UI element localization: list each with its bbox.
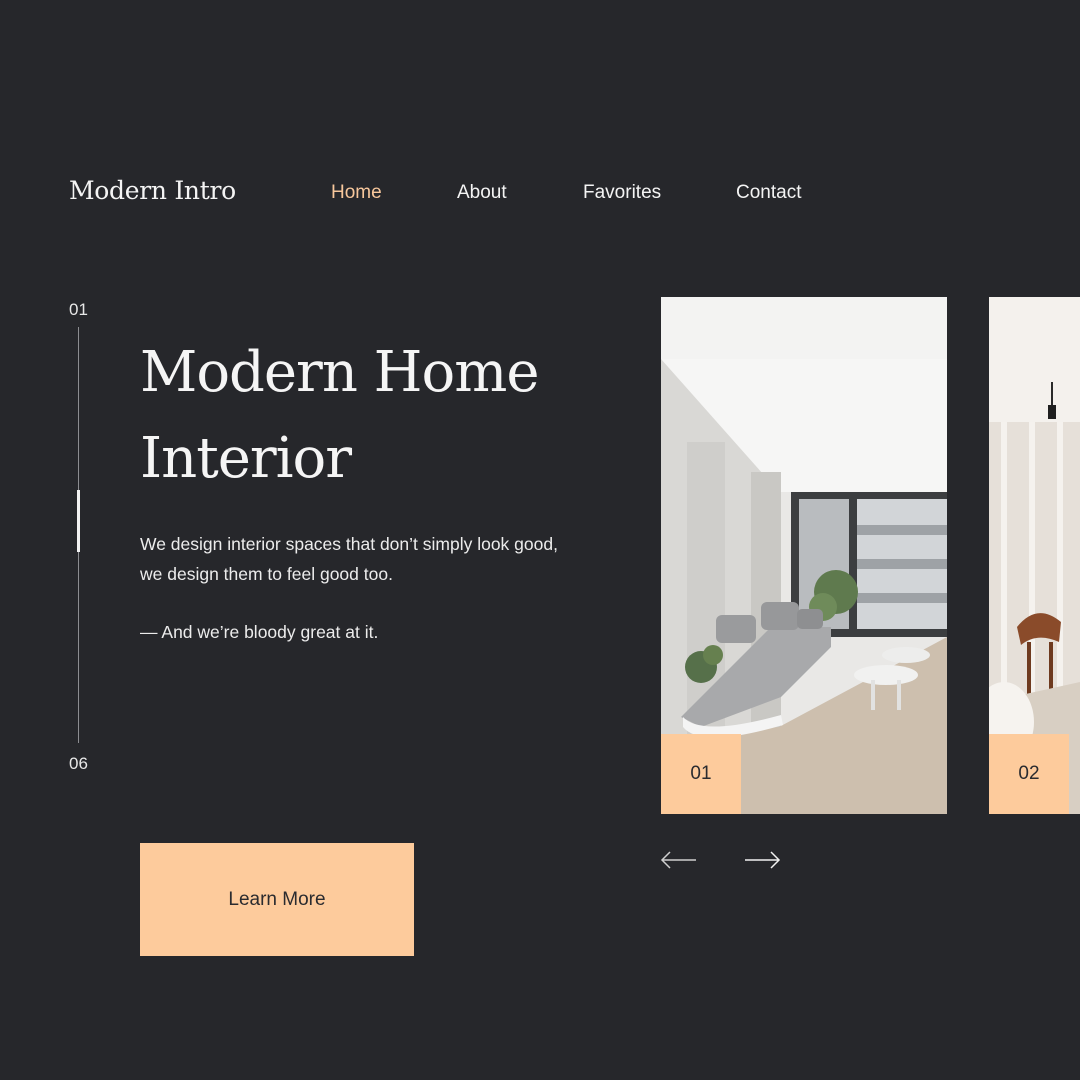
gallery-card-2-number: 02 <box>989 734 1069 814</box>
gallery-card-2[interactable]: 02 <box>989 297 1080 814</box>
nav-home[interactable]: Home <box>331 182 382 204</box>
slide-counter-total: 06 <box>69 754 88 773</box>
nav-favorites[interactable]: Favorites <box>583 182 661 204</box>
slide-counter-current: 01 <box>69 300 88 319</box>
arrow-left-icon[interactable] <box>660 848 698 872</box>
gallery-card-1[interactable]: 01 <box>661 297 947 814</box>
hero-title: Modern Home Interior <box>140 330 610 502</box>
arrow-right-icon[interactable] <box>743 848 781 872</box>
gallery-card-1-number: 01 <box>661 734 741 814</box>
learn-more-button[interactable]: Learn More <box>140 843 414 956</box>
nav-contact[interactable]: Contact <box>736 182 801 204</box>
hero-title-line-1: Modern Home <box>140 340 539 405</box>
hero-tagline: — And we’re bloody great at it. <box>140 622 379 642</box>
nav-about[interactable]: About <box>457 182 507 204</box>
site-logo[interactable]: Modern Intro <box>69 176 236 205</box>
slide-progress-indicator <box>77 490 80 552</box>
hero-title-line-2: Interior <box>140 426 352 491</box>
hero-description: We design interior spaces that don’t sim… <box>140 534 558 584</box>
